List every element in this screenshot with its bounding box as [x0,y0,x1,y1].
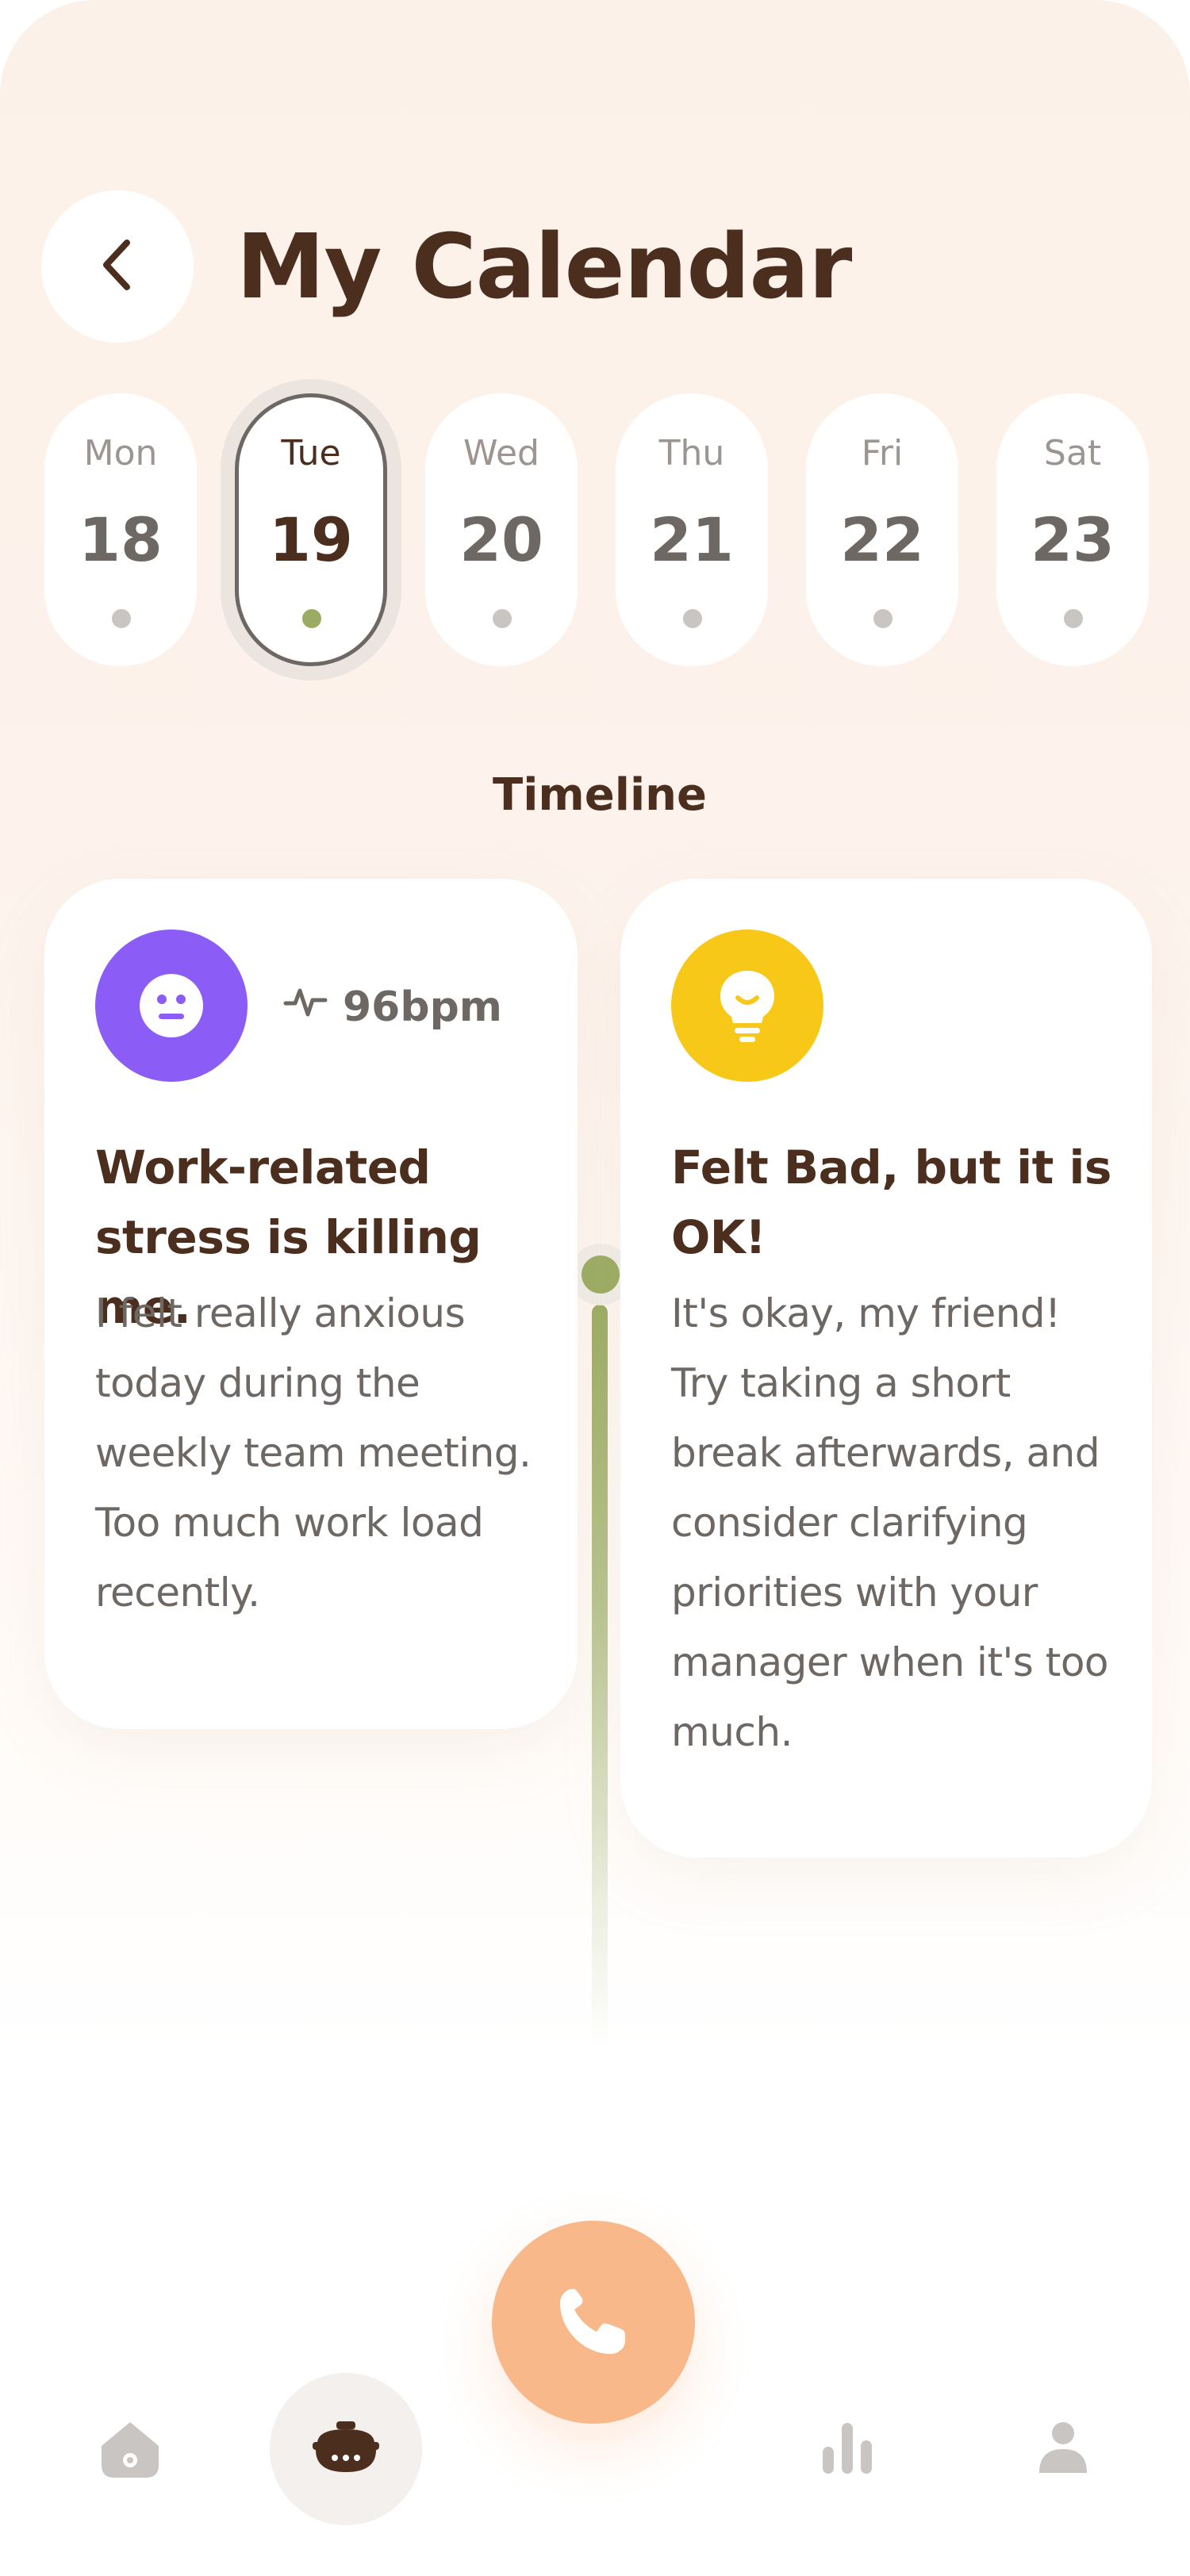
day-name: Wed [463,433,539,473]
day-sat[interactable]: Sat 23 [996,393,1149,666]
day-indicator-dot [683,609,702,628]
day-name: Mon [83,433,158,473]
stats-icon [820,2420,875,2478]
pulse-icon [282,977,343,1037]
day-number: 20 [459,504,543,575]
heart-rate-reading: 96bpm [282,977,502,1037]
day-number: 22 [840,504,924,575]
timeline-entry-card[interactable]: 96bpm Work-related stress is killing me.… [44,879,578,1729]
timeline-entry-card[interactable]: Felt Bad, but it is OK! It's okay, my fr… [620,879,1152,1857]
nav-home[interactable] [54,2373,206,2525]
timeline-heading: Timeline [493,769,707,821]
nav-journal[interactable] [270,2373,422,2525]
day-mon[interactable]: Mon 18 [44,393,197,666]
entry-text: I felt really anxious today during the w… [95,1290,532,1616]
nav-stats[interactable] [771,2373,923,2525]
day-name: Thu [658,433,725,473]
call-icon [555,2283,631,2362]
day-indicator-dot [1064,609,1083,628]
journal-icon [311,2420,381,2478]
day-wed[interactable]: Wed 20 [425,393,578,666]
home-icon [97,2414,163,2484]
back-button[interactable] [41,190,194,343]
neutral-face-icon [95,930,248,1082]
day-fri[interactable]: Fri 22 [806,393,958,666]
day-number: 18 [79,504,163,575]
day-number: 23 [1031,504,1115,575]
entry-title: Felt Bad, but it is OK! [671,1140,1111,1264]
day-thu[interactable]: Thu 21 [616,393,768,666]
day-indicator-dot [873,609,892,628]
day-indicator-dot [493,609,512,628]
day-tue[interactable]: Tue 19 [235,393,387,666]
day-indicator-dot [302,609,321,628]
entry-text: It's okay, my friend! Try taking a short… [671,1290,1109,1755]
profile-icon [1038,2421,1088,2478]
day-name: Tue [281,433,341,473]
nav-profile[interactable] [987,2373,1139,2525]
chevron-left-icon [97,236,138,297]
timeline-line [592,1305,608,2050]
day-indicator-dot [112,609,131,628]
day-number: 21 [650,504,734,575]
day-number: 19 [269,504,353,575]
call-button[interactable] [492,2221,695,2424]
day-selector: Mon 18 Tue 19 Wed 20 Thu 21 Fri 22 Sat 2… [0,393,1190,666]
lightbulb-icon [671,930,823,1082]
page-title: My Calendar [236,216,852,319]
day-name: Fri [861,433,904,473]
calendar-screen: My Calendar Mon 18 Tue 19 Wed 20 Thu 21 … [0,0,1190,2576]
bpm-value: 96bpm [343,983,502,1031]
day-name: Sat [1043,433,1102,473]
